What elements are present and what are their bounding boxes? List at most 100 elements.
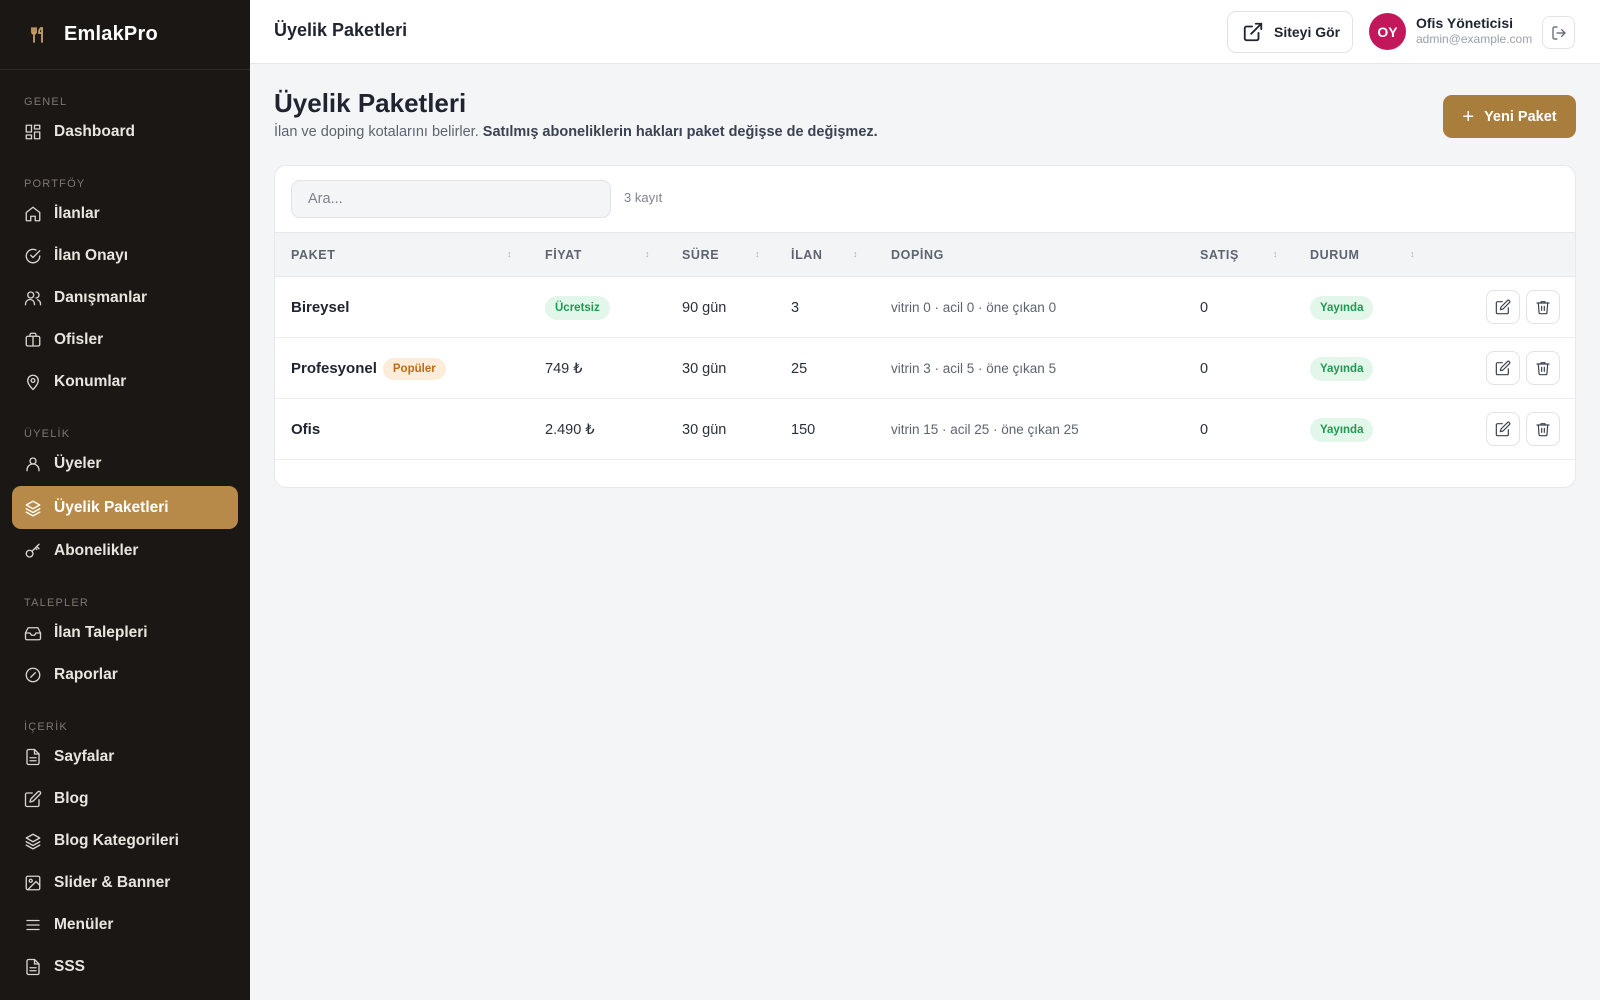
layers-icon [25, 500, 41, 517]
delete-button[interactable] [1526, 412, 1560, 446]
delete-button[interactable] [1526, 351, 1560, 385]
status-badge: Yayında [1310, 417, 1374, 442]
home-icon [25, 206, 41, 222]
sidebar-item-ofisler[interactable]: Ofisler [12, 320, 238, 360]
sidebar-item-i-lanlar[interactable]: İlanlar [12, 194, 238, 234]
column-header-fiyat[interactable]: FİYAT [545, 248, 582, 262]
image-icon [25, 875, 41, 891]
sort-icon[interactable]: ↕ [1273, 249, 1278, 259]
sidebar-item-konumlar[interactable]: Konumlar [12, 362, 238, 402]
layers-icon [25, 833, 41, 850]
sidebar-item-üyelik-paketleri[interactable]: Üyelik Paketleri [12, 486, 238, 529]
edit-button[interactable] [1486, 412, 1520, 446]
doping-cell: vitrin 0 · acil 0 · öne çıkan 0 [891, 300, 1057, 315]
price-cell: 749 ₺ [545, 360, 583, 377]
inbox-icon [24, 627, 42, 641]
sidebar-item-label: İlan Onayı [54, 247, 129, 264]
sort-icon[interactable]: ↕ [1410, 249, 1415, 259]
sidebar-item-label: İlan Talepleri [54, 624, 148, 641]
sidebar-item-üyeler[interactable]: Üyeler [12, 444, 238, 484]
table-row: Ofis 2.490 ₺ 30 gün 150 vitrin 15 · acil… [275, 399, 1575, 460]
topbar-title: Üyelik Paketleri [274, 20, 408, 40]
sidebar-item-i-lan-talepleri[interactable]: İlan Talepleri [12, 613, 238, 653]
package-name-cell: Profesyonel Popüler [291, 338, 446, 399]
sort-icon[interactable]: ↕ [507, 249, 512, 259]
file-icon [26, 958, 40, 976]
edit-icon [1495, 299, 1511, 315]
sidebar-item-label: Danışmanlar [54, 289, 148, 306]
nav-section-title: ÜYELİK [24, 428, 71, 440]
packages-table-card: 3 kayıt PAKET ↕ FİYAT ↕ SÜRE ↕ İLAN ↕ DO… [274, 165, 1576, 488]
doping-cell: vitrin 3 · acil 5 · öne çıkan 5 [891, 361, 1057, 376]
sidebar-item-blog[interactable]: Blog [12, 779, 238, 819]
column-header-doping: DOPİNG [891, 248, 944, 262]
sort-icon[interactable]: ↕ [755, 249, 760, 259]
sidebar-item-sayfalar[interactable]: Sayfalar [12, 737, 238, 777]
sidebar-item-danışmanlar[interactable]: Danışmanlar [12, 278, 238, 318]
column-header-satis[interactable]: SATIŞ [1200, 248, 1239, 262]
sidebar-item-sss[interactable]: SSS [12, 947, 238, 987]
page-description-bold: Satılmış aboneliklerin hakları paket değ… [482, 124, 878, 140]
sidebar-item-label: SSS [54, 958, 86, 975]
table-header: PAKET ↕ FİYAT ↕ SÜRE ↕ İLAN ↕ DOPİNG SAT… [275, 232, 1575, 277]
plus-icon: + [1462, 105, 1475, 128]
edit-icon [1495, 360, 1511, 376]
sidebar-item-slider-banner[interactable]: Slider & Banner [12, 863, 238, 903]
trash-icon [1536, 301, 1550, 315]
price-cell: Ücretsiz [545, 277, 610, 338]
sales-cell: 0 [1200, 360, 1209, 377]
sales-cell: 0 [1200, 421, 1209, 438]
delete-button[interactable] [1526, 290, 1560, 324]
sidebar-item-label: Dashboard [54, 123, 135, 140]
sidebar-item-abonelikler[interactable]: Abonelikler [12, 531, 238, 571]
topbar: Üyelik Paketleri Siteyi Gör OY Ofis Yöne… [250, 0, 1600, 64]
user-icon [26, 457, 40, 472]
sidebar-item-dashboard[interactable]: Dashboard [12, 112, 238, 152]
listings-cell: 25 [791, 360, 808, 377]
duration-cell: 30 gün [682, 421, 727, 438]
sidebar-item-label: Menüler [54, 916, 114, 933]
status-cell: Yayında [1310, 338, 1374, 399]
status-cell: Yayında [1310, 277, 1374, 338]
sort-icon[interactable]: ↕ [853, 249, 858, 259]
search-input[interactable] [291, 180, 611, 218]
dashboard-icon [25, 124, 41, 140]
price-cell: 2.490 ₺ [545, 421, 595, 438]
key-icon [25, 543, 40, 558]
sidebar-item-label: Konumlar [54, 373, 127, 390]
table-row: Profesyonel Popüler 749 ₺ 30 gün 25 vitr… [275, 338, 1575, 399]
sort-icon[interactable]: ↕ [645, 249, 650, 259]
new-package-button[interactable]: + Yeni Paket [1443, 95, 1576, 138]
trash-icon [1536, 423, 1550, 437]
brand[interactable]: EmlakPro [0, 0, 250, 70]
sidebar-item-blog-kategorileri[interactable]: Blog Kategorileri [12, 821, 238, 861]
sidebar-item-label: Sayfalar [54, 748, 115, 765]
edit-button[interactable] [1486, 351, 1520, 385]
page-description: İlan ve doping kotalarını belirler. Satı… [274, 124, 878, 140]
view-site-label: Siteyi Gör [1274, 24, 1341, 40]
edit-icon [1495, 421, 1511, 437]
edit-button[interactable] [1486, 290, 1520, 324]
column-header-sure[interactable]: SÜRE [682, 248, 719, 262]
logout-button[interactable] [1542, 16, 1575, 49]
menu-icon [26, 919, 40, 931]
status-badge: Yayında [1310, 356, 1374, 381]
avatar[interactable]: OY [1369, 13, 1406, 50]
column-header-paket[interactable]: PAKET [291, 248, 335, 262]
trash-icon [1536, 362, 1550, 376]
sales-cell: 0 [1200, 299, 1209, 316]
column-header-ilan[interactable]: İLAN [791, 248, 823, 262]
sidebar-item-label: Abonelikler [54, 542, 139, 559]
column-header-durum[interactable]: DURUM [1310, 248, 1360, 262]
external-link-icon [1243, 22, 1263, 42]
record-count: 3 kayıt [624, 190, 663, 205]
sidebar-item-menüler[interactable]: Menüler [12, 905, 238, 945]
table-row: Bireysel Ücretsiz 90 gün 3 vitrin 0 · ac… [275, 277, 1575, 338]
view-site-button[interactable]: Siteyi Gör [1227, 11, 1353, 53]
alert-circle-icon [25, 667, 41, 683]
user-email: admin@example.com [1416, 32, 1533, 46]
sidebar-item-label: Üyeler [54, 455, 102, 472]
sidebar-item-raporlar[interactable]: Raporlar [12, 655, 238, 695]
sidebar-item-i-lan-onayı[interactable]: İlan Onayı [12, 236, 238, 276]
package-name: Profesyonel [291, 360, 377, 377]
